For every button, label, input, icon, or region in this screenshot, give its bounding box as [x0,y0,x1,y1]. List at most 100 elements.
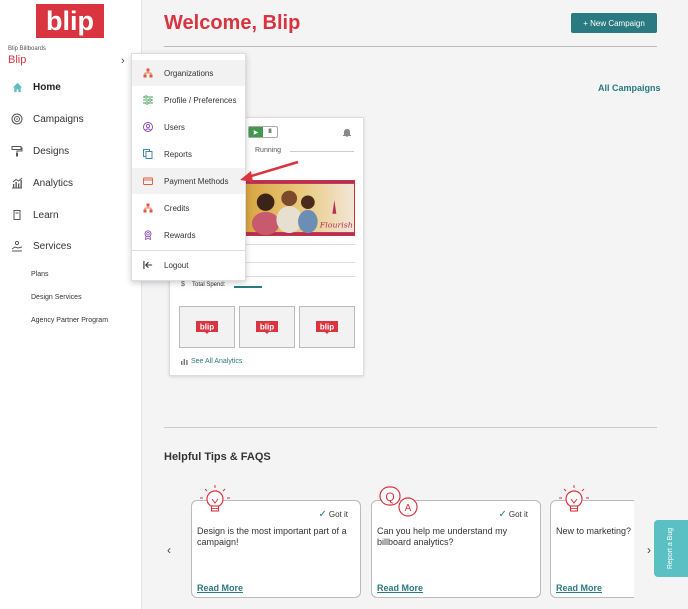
chevron-right-icon[interactable]: › [121,55,125,67]
lightbulb-icon [559,485,589,512]
read-more-link[interactable]: Read More [556,583,602,593]
menu-item-label: Reports [164,149,193,159]
bar-chart-icon [181,359,188,365]
menu-item-payment-methods[interactable]: Payment Methods [132,168,245,194]
carousel-prev-arrow[interactable]: ‹ [167,543,171,557]
menu-item-users[interactable]: Users [132,114,245,140]
book-icon [10,208,24,222]
menu-item-profile-preferences[interactable]: Profile / Preferences [132,87,245,113]
tip-card[interactable]: Q A ✓ Got it Can you help me understand m… [371,486,541,598]
page-title: Welcome, Blip [164,12,301,34]
sidebar-item-services[interactable]: Services [10,238,71,254]
sidebar-item-designs[interactable]: Designs [10,143,69,159]
menu-item-label: Credits [164,203,190,213]
checkmark-icon: ✓ [498,509,507,520]
tip-card-clip: New to marketing? I great place to start… [550,480,634,605]
creative-thumbnail[interactable]: blip [239,306,295,348]
menu-item-organizations[interactable]: Organizations [132,60,245,86]
org-icon [143,68,153,78]
menu-item-reports[interactable]: Reports [132,141,245,167]
account-name[interactable]: Blip [8,54,26,66]
all-campaigns-link[interactable]: All Campaigns [598,83,661,93]
home-icon [10,80,24,94]
sliders-icon [143,95,153,105]
sidebar-item-learn[interactable]: Learn [10,207,59,223]
thumb-logo-text: blip [320,322,334,331]
tip-card[interactable]: ✓ Got it Design is the most important par… [191,485,361,598]
play-pause-toggle[interactable]: ▶ II [248,126,278,138]
tip-text: Design is the most important part of a c… [197,526,347,547]
menu-item-label: Users [164,122,185,132]
total-spend-label: Total Spend: [192,282,226,288]
pause-icon[interactable]: II [263,127,277,137]
menu-item-credits[interactable]: Credits [132,195,245,221]
creative-thumbnail[interactable]: blip [179,306,235,348]
got-it-button[interactable]: ✓ Got it [318,509,348,520]
qa-q-letter: Q [385,490,394,504]
creative-text: Flourish [319,220,353,229]
account-label: Blip Billboards [8,46,47,52]
carousel-next-arrow[interactable]: › [647,543,651,557]
card-divider [238,244,355,245]
blip-logo[interactable]: blip [36,4,104,38]
sidebar-item-label: Analytics [33,177,74,189]
tip-text: Can you help me understand my billboard … [377,526,508,547]
sidebar-subitem-agency-partner-program[interactable]: Agency Partner Program [31,317,108,324]
section-divider [164,427,657,428]
thumb-logo-text: blip [260,322,274,331]
report-bug-button[interactable]: Report a Bug [654,520,688,577]
sidebar-item-campaigns[interactable]: Campaigns [10,111,84,127]
got-it-label: Got it [508,510,528,519]
status-divider [290,151,354,152]
menu-item-label: Rewards [164,230,196,240]
creative-thumbnail[interactable]: blip [299,306,355,348]
menu-item-rewards[interactable]: Rewards [132,222,245,248]
tip-card[interactable]: New to marketing? I great place to start… [550,485,634,598]
see-all-analytics-link[interactable]: See All Analytics [181,358,242,365]
sidebar-subitem-plans[interactable]: Plans [31,271,49,278]
credit-card-icon [143,176,153,186]
logout-icon [143,260,153,270]
blip-logo-icon: blip [316,320,338,334]
sidebar-item-label: Learn [33,209,59,221]
lightbulb-icon [200,485,230,512]
qa-icon: Q A [379,486,418,517]
sidebar-item-label: Services [33,240,72,252]
award-icon [143,230,153,240]
handshake-icon [10,239,24,253]
sidebar-item-home[interactable]: Home [10,79,61,95]
paint-roller-icon [10,144,24,158]
header-divider [164,46,657,47]
blip-logo-icon: blip [196,320,218,334]
see-all-analytics-label: See All Analytics [191,358,243,365]
org-icon [143,203,153,213]
menu-item-logout[interactable]: Logout [132,252,245,278]
sidebar-item-label: Campaigns [33,113,84,125]
got-it-label: Got it [328,510,348,519]
blip-logo-icon: blip [256,320,278,334]
qa-a-letter: A [405,503,412,514]
sidebar-item-label: Home [33,81,61,93]
chart-icon [10,176,24,190]
menu-item-label: Organizations [164,68,214,78]
menu-item-label: Payment Methods [164,176,229,186]
got-it-button[interactable]: ✓ Got it [498,509,528,520]
copy-icon [143,149,153,159]
report-bug-label: Report a Bug [667,527,675,570]
read-more-link[interactable]: Read More [197,583,243,593]
status-label: Running [255,147,282,154]
dollar-icon: $ [181,281,185,288]
read-more-link[interactable]: Read More [377,583,423,593]
menu-divider [132,250,245,251]
tip-text: New to marketing? I great place to start… [556,526,634,536]
bell-icon[interactable] [343,128,351,137]
menu-item-label: Profile / Preferences [164,95,237,105]
play-icon[interactable]: ▶ [249,127,263,137]
user-circle-icon [143,122,153,132]
sidebar-subitem-design-services[interactable]: Design Services [31,294,82,301]
spend-progress-bar [234,286,262,288]
sidebar-item-analytics[interactable]: Analytics [10,175,73,191]
tips-section-title: Helpful Tips & FAQS [164,451,271,463]
new-campaign-button[interactable]: + New Campaign [571,13,657,33]
sidebar-item-label: Designs [33,145,70,157]
